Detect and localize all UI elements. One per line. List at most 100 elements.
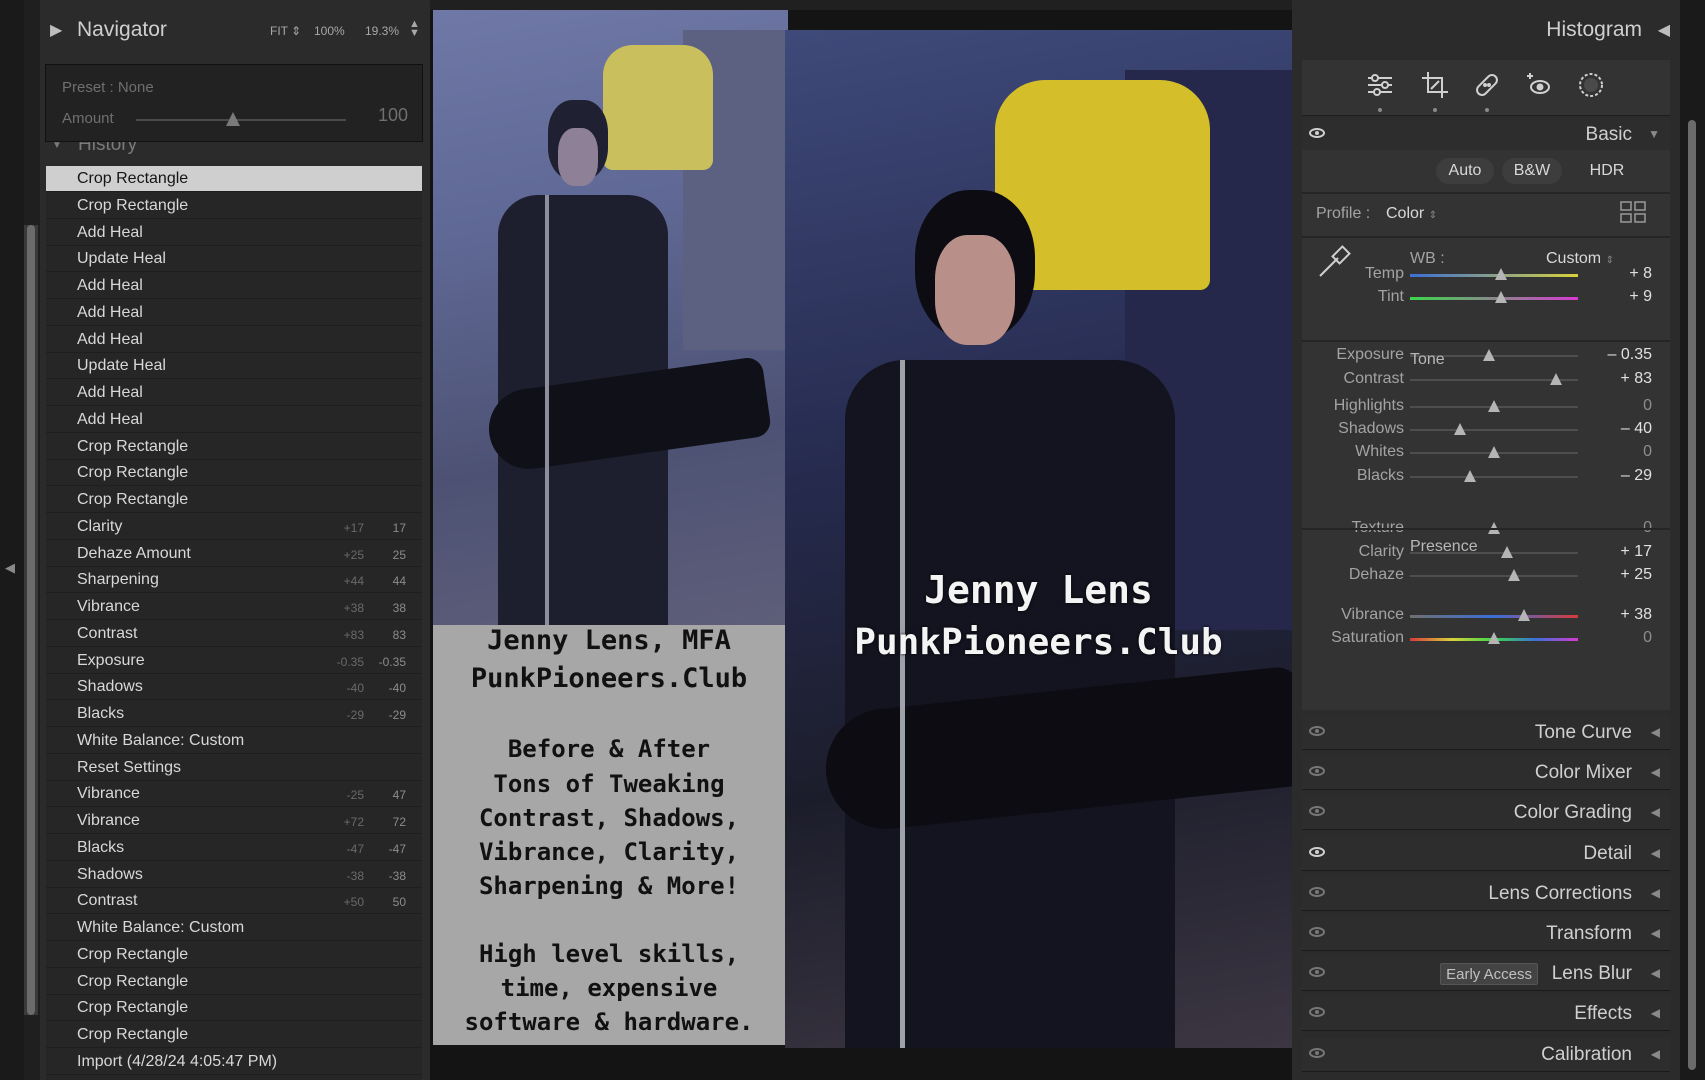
history-item[interactable]: Blacks -47 -47 <box>46 835 422 861</box>
whites-value[interactable]: 0 <box>1643 443 1652 461</box>
history-item[interactable]: Crop Rectangle <box>46 193 422 219</box>
history-item[interactable]: Add Heal <box>46 220 422 246</box>
history-item[interactable]: Contrast +50 50 <box>46 888 422 915</box>
hdr-button[interactable]: HDR <box>1578 158 1636 184</box>
basic-collapse-icon[interactable]: ▼ <box>1648 127 1660 141</box>
history-item[interactable]: Blacks -29 -29 <box>46 701 422 727</box>
crop-icon[interactable] <box>1420 70 1450 112</box>
history-header[interactable]: ▼ History <box>40 142 430 160</box>
history-item[interactable]: Crop Rectangle <box>46 434 422 460</box>
history-item[interactable]: Clarity +17 17 <box>46 514 422 540</box>
history-item[interactable]: Crop Rectangle <box>46 942 422 968</box>
exposure-value[interactable]: – 0.35 <box>1608 346 1652 364</box>
zoom-100-option[interactable]: 100% <box>314 24 345 38</box>
panel-header-lens-blur[interactable]: Early Access Lens Blur ◀ <box>1302 957 1670 992</box>
history-item[interactable]: Vibrance +72 72 <box>46 808 422 834</box>
whites-slider-knob[interactable] <box>1488 446 1500 458</box>
history-item[interactable]: Vibrance +38 38 <box>46 594 422 620</box>
expand-arrow-icon[interactable]: ◀ <box>1651 846 1660 860</box>
histogram-header[interactable]: Histogram ◀ <box>1292 0 1680 56</box>
profile-dropdown[interactable]: Color ⇕ <box>1386 205 1437 223</box>
history-scrollbar[interactable] <box>24 225 38 1015</box>
visibility-eye-icon[interactable] <box>1309 886 1325 897</box>
contrast-value[interactable]: + 83 <box>1620 370 1652 388</box>
panel-header-color-mixer[interactable]: Color Mixer ◀ <box>1302 756 1670 791</box>
history-item[interactable]: Sharpening +44 44 <box>46 567 422 594</box>
expand-arrow-icon[interactable]: ◀ <box>1651 966 1660 980</box>
history-collapse-icon[interactable]: ▼ <box>52 142 62 151</box>
history-item[interactable]: Shadows -38 -38 <box>46 862 422 888</box>
visibility-eye-icon[interactable] <box>1309 766 1325 777</box>
history-item[interactable]: Crop Rectangle <box>46 460 422 487</box>
history-item[interactable]: Update Heal <box>46 246 422 273</box>
history-item[interactable]: Import (4/28/24 4:05:47 PM) <box>46 1049 422 1075</box>
expand-arrow-icon[interactable]: ◀ <box>1651 1006 1660 1020</box>
saturation-slider-knob[interactable] <box>1488 632 1500 644</box>
basic-visibility-eye-icon[interactable] <box>1309 128 1325 138</box>
vibrance-slider-track[interactable] <box>1410 615 1578 618</box>
zoom-fit-option[interactable]: FIT ⇕ <box>270 24 301 38</box>
panel-header-transform[interactable]: Transform ◀ <box>1302 917 1670 951</box>
exposure-slider-knob[interactable] <box>1482 349 1495 361</box>
expand-arrow-icon[interactable]: ◀ <box>1651 725 1660 739</box>
temp-value[interactable]: + 8 <box>1629 265 1652 283</box>
expand-arrow-icon[interactable]: ◀ <box>1651 886 1660 900</box>
blacks-value[interactable]: – 29 <box>1621 467 1652 485</box>
panel-header-calibration[interactable]: Calibration ◀ <box>1302 1037 1670 1072</box>
edit-sliders-icon[interactable] <box>1365 70 1395 112</box>
shadows-slider-track[interactable] <box>1410 429 1578 431</box>
blacks-slider-track[interactable] <box>1410 476 1578 478</box>
right-panel-scrollbar[interactable] <box>1688 120 1696 1070</box>
tint-value[interactable]: + 9 <box>1629 288 1652 306</box>
panel-header-effects[interactable]: Effects ◀ <box>1302 997 1670 1032</box>
vibrance-slider-knob[interactable] <box>1518 609 1531 621</box>
white-balance-eyedropper-icon[interactable] <box>1314 242 1354 282</box>
history-item[interactable]: Crop Rectangle <box>46 995 422 1022</box>
highlights-slider-knob[interactable] <box>1488 400 1500 412</box>
visibility-eye-icon[interactable] <box>1309 726 1325 736</box>
history-item[interactable]: Add Heal <box>46 407 422 433</box>
expand-arrow-icon[interactable]: ◀ <box>1651 805 1660 819</box>
profile-browser-grid-icon[interactable] <box>1619 200 1647 224</box>
history-item[interactable]: Add Heal <box>46 273 422 299</box>
history-item[interactable]: Add Heal <box>46 380 422 406</box>
history-item[interactable]: Crop Rectangle <box>46 1022 422 1048</box>
history-item[interactable]: Dehaze Amount +25 25 <box>46 541 422 567</box>
vibrance-value[interactable]: + 38 <box>1620 606 1652 624</box>
history-item[interactable]: Crop Rectangle <box>46 487 422 513</box>
expand-arrow-icon[interactable]: ◀ <box>1651 765 1660 779</box>
amount-slider-track[interactable] <box>136 119 346 121</box>
clarity-value[interactable]: + 17 <box>1620 543 1652 561</box>
navigator-header[interactable]: ▶ Navigator FIT ⇕ 100% 19.3% ▲ ▼ <box>40 0 430 60</box>
wb-dropdown[interactable]: Custom ⇕ <box>1546 250 1614 268</box>
dehaze-slider-track[interactable] <box>1410 575 1578 577</box>
history-item[interactable]: Reset Settings <box>46 755 422 781</box>
history-item[interactable]: White Balance: Custom <box>46 915 422 941</box>
amount-slider-knob[interactable] <box>225 112 240 126</box>
histogram-expand-icon[interactable]: ◀ <box>1658 20 1670 40</box>
red-eye-icon[interactable] <box>1524 70 1554 100</box>
healing-icon[interactable] <box>1472 70 1502 112</box>
bw-button[interactable]: B&W <box>1502 158 1562 184</box>
history-item[interactable]: Exposure -0.35 -0.35 <box>46 648 422 674</box>
contrast-slider-knob[interactable] <box>1550 373 1563 385</box>
history-item[interactable]: Add Heal <box>46 327 422 353</box>
basic-header[interactable]: Basic ▼ <box>1302 118 1670 152</box>
history-item[interactable]: White Balance: Custom <box>46 728 422 754</box>
history-item[interactable]: Vibrance -25 47 <box>46 781 422 808</box>
history-item[interactable]: Contrast +83 83 <box>46 621 422 647</box>
expand-arrow-icon[interactable]: ◀ <box>1651 926 1660 940</box>
saturation-value[interactable]: 0 <box>1643 629 1652 647</box>
visibility-eye-icon[interactable] <box>1309 967 1325 978</box>
tint-slider-knob[interactable] <box>1494 291 1507 303</box>
history-item[interactable]: Crop Rectangle <box>46 166 422 192</box>
history-item[interactable]: Shadows -40 -40 <box>46 674 422 701</box>
collapse-left-arrow-icon[interactable]: ◀ <box>5 560 15 576</box>
zoom-stepper-icon[interactable]: ▲ ▼ <box>409 19 420 39</box>
visibility-eye-icon[interactable] <box>1309 1007 1325 1018</box>
visibility-eye-icon[interactable] <box>1309 846 1325 857</box>
expand-arrow-icon[interactable]: ◀ <box>1651 1047 1660 1061</box>
visibility-eye-icon[interactable] <box>1309 1047 1325 1058</box>
zoom-custom-option[interactable]: 19.3% <box>365 24 399 38</box>
temp-slider-knob[interactable] <box>1494 268 1507 280</box>
